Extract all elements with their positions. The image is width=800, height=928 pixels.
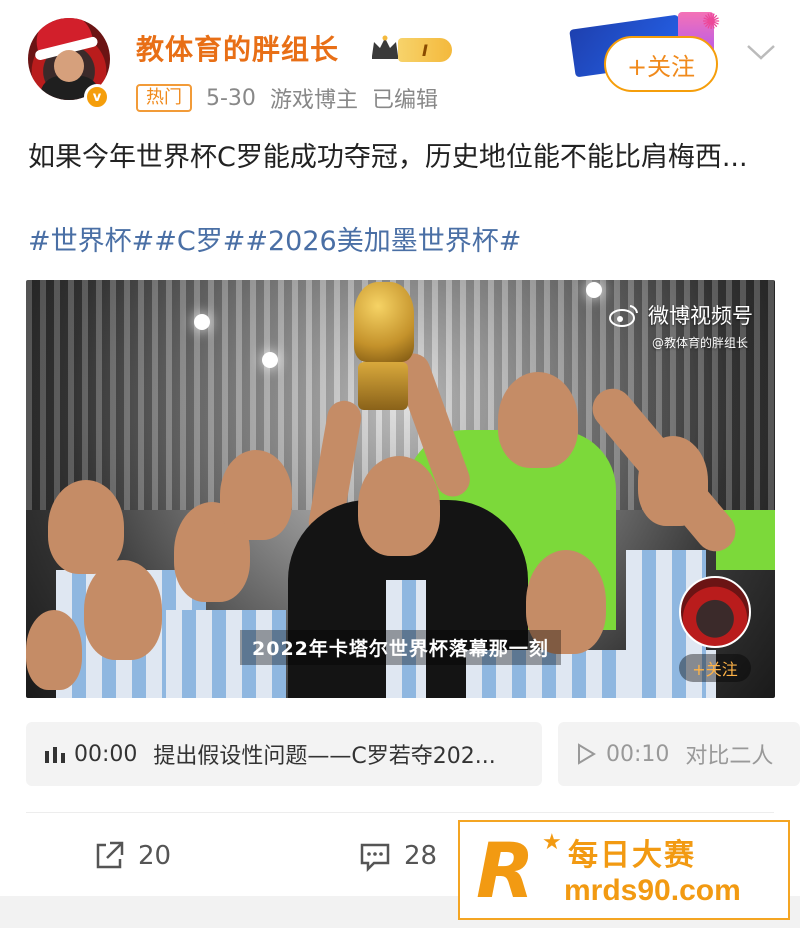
crown-icon [372, 35, 398, 59]
santa-hat-decoration [30, 18, 94, 55]
chapter-item[interactable]: 00:00 提出假设性问题——C罗若夺202... [26, 722, 542, 786]
share-button[interactable]: 20 [92, 828, 171, 884]
hashtag-list: #世界杯##C罗##2026美加墨世界杯# [28, 222, 521, 262]
post-date: 5-30 [206, 85, 256, 111]
weibo-logo-icon [609, 305, 638, 327]
goalkeeper-figure [498, 372, 578, 468]
post-meta: 热门 5-30 游戏博主 已编辑 [136, 82, 438, 114]
play-icon [578, 743, 596, 765]
comment-count: 28 [404, 841, 438, 871]
video-follow-button[interactable]: +关注 [679, 654, 751, 682]
hot-tag: 热门 [136, 84, 192, 112]
chapter-title: 对比二人 [685, 744, 774, 769]
captain-figure [358, 456, 440, 556]
video-watermark: 微博视频号 @教体育的胖组长 [608, 300, 753, 351]
hashtag-link[interactable]: #2026美加墨世界杯# [245, 226, 521, 257]
post-text: 如果今年世界杯C罗能成功夺冠，历史地位能不能比肩梅西... [28, 142, 748, 173]
firework-icon: ✺ [702, 10, 721, 35]
watermark-title: 微博视频号 [648, 304, 753, 328]
chapter-title: 提出假设性问题——C罗若夺202... [153, 744, 496, 769]
ad-title: 每日大赛 [568, 838, 696, 873]
playing-bars-icon [45, 747, 65, 763]
watermark-ad-overlay[interactable]: R ★ 每日大赛 mrds90.com [458, 820, 790, 920]
chevron-down-icon[interactable] [744, 40, 778, 64]
comment-button[interactable]: 28 [358, 828, 437, 884]
chapter-item[interactable]: 00:10 对比二人 [558, 722, 800, 786]
hashtag-link[interactable]: #世界杯# [28, 226, 154, 257]
video-author-card[interactable]: +关注 [674, 576, 756, 682]
ad-logo: R [476, 826, 535, 915]
comment-icon [360, 843, 390, 873]
divider [26, 812, 774, 813]
video-caption: 2022年卡塔尔世界杯落幕那一刻 [240, 630, 561, 665]
watermark-handle: @教体育的胖组长 [652, 336, 749, 350]
username[interactable]: 教体育的胖组长 [136, 28, 339, 68]
ad-url: mrds90.com [564, 874, 741, 907]
edited-label: 已编辑 [371, 88, 438, 113]
source-label: 游戏博主 [269, 88, 358, 113]
level-badge: I [398, 38, 452, 62]
trophy-image [344, 282, 422, 412]
hashtag-link[interactable]: #C罗# [154, 226, 245, 257]
post-header: v 教体育的胖组长 I 热门 5-30 游戏博主 已编辑 ✺ +关注 [0, 0, 800, 120]
share-icon [96, 841, 124, 869]
share-count: 20 [138, 841, 172, 871]
chapter-time: 00:00 [74, 741, 138, 767]
verified-badge-icon: v [84, 84, 110, 110]
follow-button[interactable]: +关注 [604, 36, 718, 92]
video-chapters: 00:00 提出假设性问题——C罗若夺202... 00:10 对比二人 [26, 722, 800, 786]
video-player[interactable]: 微博视频号 @教体育的胖组长 2022年卡塔尔世界杯落幕那一刻 +关注 [26, 280, 775, 698]
chapter-time: 00:10 [606, 741, 670, 767]
video-author-avatar[interactable] [679, 576, 751, 648]
star-icon: ★ [542, 830, 562, 855]
